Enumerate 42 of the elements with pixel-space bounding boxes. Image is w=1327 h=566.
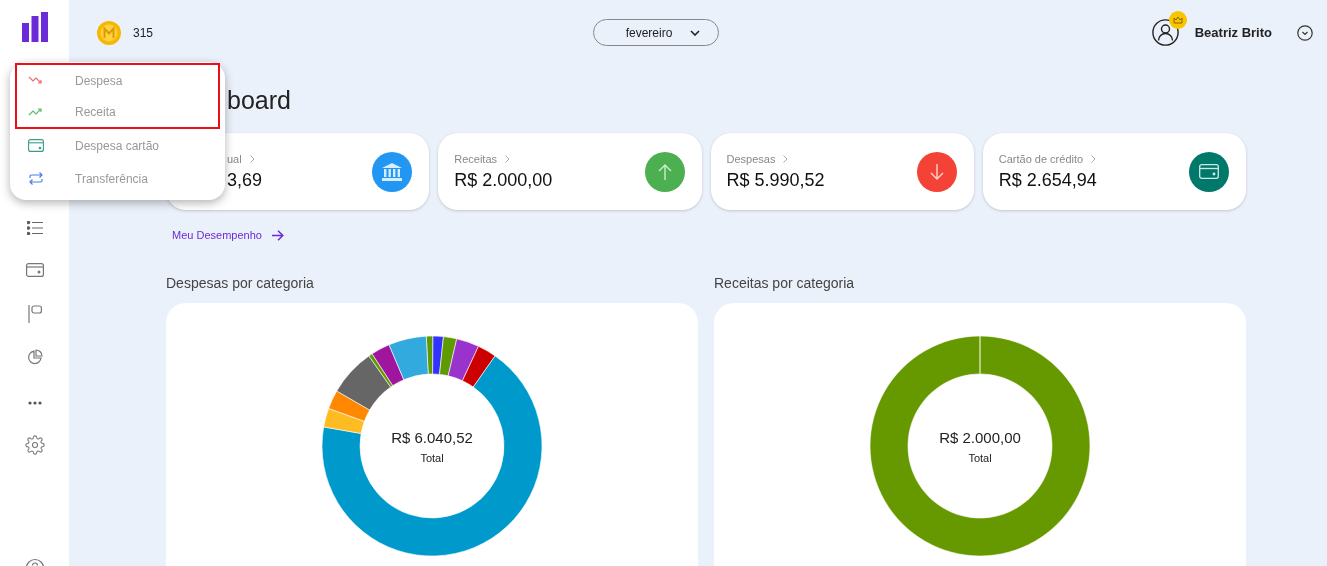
more-icon[interactable] — [27, 401, 42, 405]
card-label: Despesas — [726, 152, 776, 165]
card-value: 3,69 — [227, 169, 263, 191]
transfer-icon — [28, 172, 44, 185]
flag-icon[interactable] — [27, 305, 42, 323]
card-icon — [28, 139, 44, 152]
settings-icon[interactable] — [24, 435, 45, 455]
card-label: Cartão de crédito — [998, 152, 1084, 165]
page-title: board — [227, 85, 291, 116]
arrow-right-icon — [271, 229, 284, 241]
coin-icon — [97, 20, 121, 45]
performance-link[interactable]: Meu Desempenho — [172, 229, 284, 241]
card-value: R$ 5.990,52 — [726, 169, 825, 191]
section-title: Receitas por categoria — [714, 275, 855, 291]
logo-icon — [21, 12, 48, 42]
card-value: R$ 2.000,00 — [454, 169, 553, 191]
trend-up-icon — [28, 107, 44, 116]
summary-card[interactable]: Despesas R$ 5.990,52 — [710, 133, 974, 210]
chevron-right-icon — [505, 154, 511, 163]
chart-total-label: Total — [420, 451, 444, 464]
card-value: R$ 2.654,94 — [998, 169, 1097, 191]
trend-down-icon — [28, 76, 44, 85]
chart-total-label: Total — [968, 451, 992, 464]
chevron-right-icon — [249, 154, 255, 163]
chart-total: R$ 6.040,52 — [391, 428, 473, 446]
chevron-down-icon[interactable] — [1297, 24, 1313, 41]
summary-card[interactable]: Cartão de crédito R$ 2.654,94 — [982, 133, 1246, 210]
chart-total: R$ 2.000,00 — [939, 428, 1021, 446]
help-icon[interactable] — [24, 558, 45, 566]
summary-card[interactable]: Receitas R$ 2.000,00 — [438, 133, 702, 210]
coin-count: 315 — [133, 25, 154, 40]
card-label: Receitas — [454, 152, 498, 165]
chevron-right-icon — [1091, 154, 1097, 163]
section-title: Despesas por categoria — [166, 275, 314, 291]
pie-chart-icon[interactable] — [26, 349, 43, 365]
card-label: ual — [227, 152, 242, 165]
user-avatar-icon[interactable] — [1151, 19, 1179, 46]
user-name: Beatriz Brito — [1194, 25, 1272, 40]
chevron-down-icon — [690, 29, 701, 36]
chevron-right-icon — [783, 154, 789, 163]
wallet-icon[interactable] — [25, 263, 44, 277]
list-icon[interactable] — [26, 221, 43, 235]
